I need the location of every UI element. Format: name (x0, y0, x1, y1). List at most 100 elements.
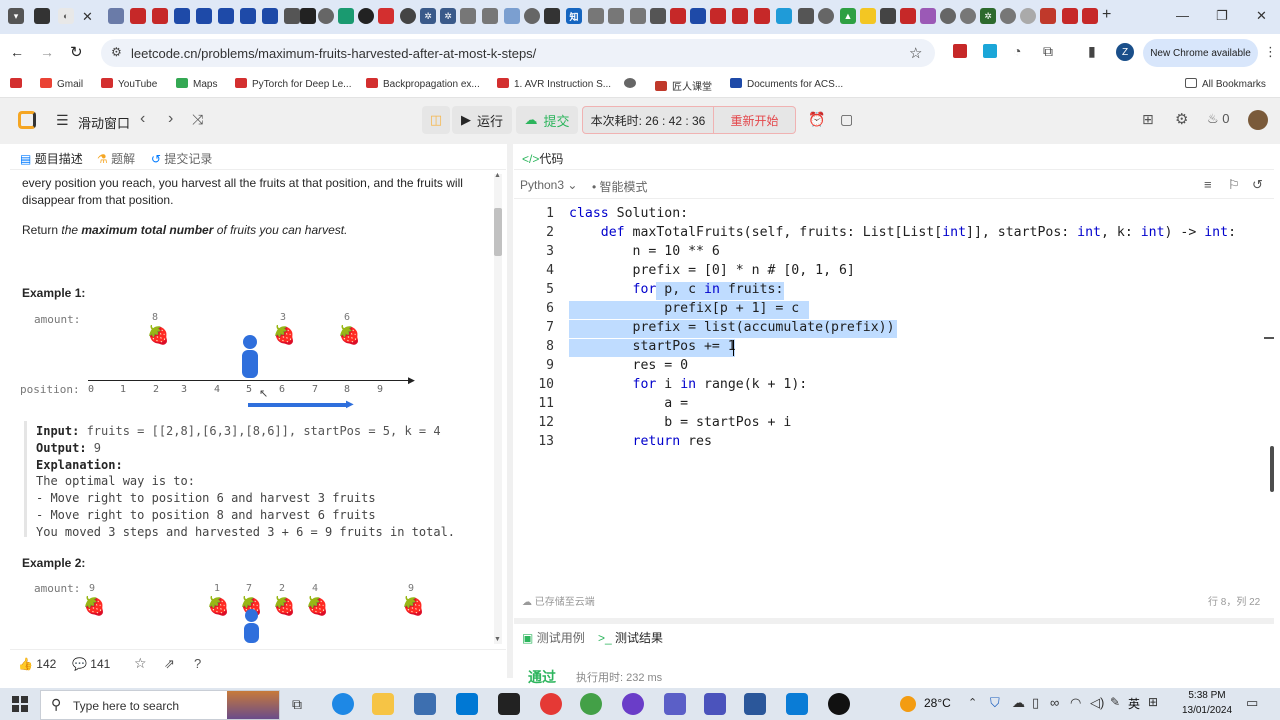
reset-code-icon[interactable]: ↺ (1252, 177, 1263, 193)
editor-scrollbar-thumb[interactable] (1270, 446, 1274, 492)
tab-site-icon[interactable] (108, 8, 124, 24)
bookmark-item[interactable] (10, 78, 27, 90)
scrollbar-thumb[interactable] (494, 208, 502, 256)
code-line[interactable]: res = 0 (569, 358, 689, 373)
address-bar[interactable]: ⚙ leetcode.cn/problems/maximum-fruits-ha… (101, 39, 935, 67)
code-line[interactable]: startPos += 1 (569, 339, 736, 354)
bookmark-star-icon[interactable]: ☆ (909, 44, 922, 62)
note-icon[interactable]: ▢ (840, 111, 853, 128)
list-icon[interactable]: ☰ (56, 112, 69, 129)
tab-pdf-icon[interactable] (732, 8, 748, 24)
tab-site-icon[interactable] (940, 8, 956, 24)
tab-search-icon[interactable] (1020, 8, 1036, 24)
tab-site-icon[interactable] (524, 8, 540, 24)
tab-site-icon[interactable] (960, 8, 976, 24)
tab-pdf-icon[interactable] (900, 8, 916, 24)
tab-site-icon[interactable] (544, 8, 560, 24)
panel-resizer[interactable] (507, 144, 513, 678)
defender-icon[interactable]: ⛉ (990, 695, 1000, 711)
like-button[interactable]: 👍 142 (18, 657, 56, 671)
tab-site-icon[interactable] (284, 8, 300, 24)
weather-temperature[interactable]: 28°C (924, 696, 951, 710)
site-info-icon[interactable]: ⚙ (111, 45, 122, 59)
bookmark-backpropagation[interactable]: Backpropagation ex... (366, 78, 480, 90)
problem-list-button[interactable]: 滑动窗口 (78, 113, 130, 132)
reload-icon[interactable]: ↻ (70, 43, 83, 61)
prev-problem-icon[interactable]: ‹ (140, 110, 145, 128)
input-language[interactable]: 英 (1128, 695, 1140, 712)
smart-mode-toggle[interactable]: • 智能模式 (592, 178, 648, 195)
clock-time[interactable]: 5:38 PM (1180, 690, 1234, 701)
tab-site-icon[interactable] (318, 8, 334, 24)
edge-icon[interactable] (332, 693, 354, 715)
windows-start-icon[interactable] (12, 696, 28, 712)
user-avatar[interactable] (1248, 110, 1268, 130)
help-icon[interactable]: ? (194, 656, 201, 671)
extension-icon[interactable] (983, 44, 997, 58)
tab-site-icon[interactable] (262, 8, 278, 24)
tab-pdf-icon[interactable] (754, 8, 770, 24)
tab-site-icon[interactable] (1000, 8, 1016, 24)
tab-site-icon[interactable] (588, 8, 604, 24)
code-tab[interactable]: </>代码 (522, 150, 563, 167)
bookmark-acs[interactable]: Documents for ACS... (730, 78, 843, 90)
tab-site-icon[interactable] (338, 8, 354, 24)
tab-gear-icon[interactable]: ✲ (420, 8, 436, 24)
chrome-icon[interactable] (580, 693, 602, 715)
tab-site-icon[interactable] (818, 8, 834, 24)
tab-github-icon[interactable] (34, 8, 50, 24)
star-icon[interactable]: ☆ (134, 655, 147, 672)
scroll-up-icon[interactable]: ▲ (494, 172, 501, 179)
leetcode-logo-icon[interactable] (18, 111, 36, 129)
side-panel-icon[interactable]: ▮ (1088, 43, 1096, 60)
bookmark-maps[interactable]: Maps (176, 78, 217, 90)
tab-site-icon[interactable] (504, 8, 520, 24)
new-chrome-available-button[interactable]: New Chrome available (1143, 39, 1258, 67)
language-selector[interactable]: Python3 ⌄ (520, 178, 577, 192)
code-line[interactable]: return res (569, 434, 712, 449)
network-icon[interactable]: ◠ (1070, 695, 1081, 711)
bookmark-jiangren[interactable]: 匠人课堂 (655, 78, 712, 93)
tab-site-icon[interactable] (690, 8, 706, 24)
file-explorer-icon[interactable] (372, 693, 394, 715)
tab-pdf-icon[interactable] (710, 8, 726, 24)
close-tab-icon[interactable]: ✕ (82, 9, 93, 25)
terminal-app-icon[interactable] (498, 693, 520, 715)
maximize-icon[interactable]: ❐ (1216, 8, 1228, 24)
tab-pdf-icon[interactable] (152, 8, 168, 24)
tab-site-icon[interactable] (630, 8, 646, 24)
teams-icon[interactable] (704, 693, 726, 715)
tab-solutions[interactable]: ⚗ 题解 (97, 150, 135, 167)
taskbar-search-box[interactable]: ⚲ Type here to search (40, 690, 280, 720)
run-button[interactable]: ▶ 运行 (452, 106, 512, 134)
format-icon[interactable]: ≡ (1204, 177, 1212, 192)
mail-icon[interactable] (456, 693, 478, 715)
code-line[interactable]: def maxTotalFruits(self, fruits: List[Li… (569, 225, 1236, 240)
debug-icon[interactable]: ◫ (422, 106, 450, 134)
tab-github-icon[interactable] (300, 8, 316, 24)
tab-drive-icon[interactable]: ▲ (840, 8, 856, 24)
task-view-icon[interactable]: ⧉ (292, 696, 302, 713)
tab-site-icon[interactable]: ✲ (980, 8, 996, 24)
bookmark-globe[interactable] (624, 78, 641, 90)
code-line[interactable]: a = (569, 396, 696, 411)
new-tab-icon[interactable]: + (1102, 6, 1111, 24)
show-hidden-icons[interactable]: ⌃ (968, 696, 977, 709)
restart-timer-button[interactable]: 重新开始 (714, 106, 796, 134)
extensions-puzzle-icon[interactable]: ⧉ (1043, 43, 1053, 60)
link-icon[interactable]: ∞ (1050, 695, 1059, 710)
tab-site-icon[interactable] (798, 8, 814, 24)
code-line[interactable]: prefix = list(accumulate(prefix)) (569, 320, 895, 335)
tab-pdf-icon[interactable] (670, 8, 686, 24)
outlook-icon[interactable] (414, 693, 436, 715)
next-problem-icon[interactable]: › (168, 110, 173, 128)
tab-site-icon[interactable] (880, 8, 896, 24)
settings-gear-icon[interactable]: ⚙ (1175, 110, 1188, 128)
tab-pdf-icon[interactable] (130, 8, 146, 24)
tab-site-icon[interactable] (1040, 8, 1056, 24)
chrome-icon[interactable] (540, 693, 562, 715)
scroll-down-icon[interactable]: ▼ (494, 636, 501, 643)
tab-site-icon[interactable] (776, 8, 792, 24)
profile-avatar[interactable]: Z (1116, 43, 1134, 61)
tab-site-icon[interactable] (650, 8, 666, 24)
